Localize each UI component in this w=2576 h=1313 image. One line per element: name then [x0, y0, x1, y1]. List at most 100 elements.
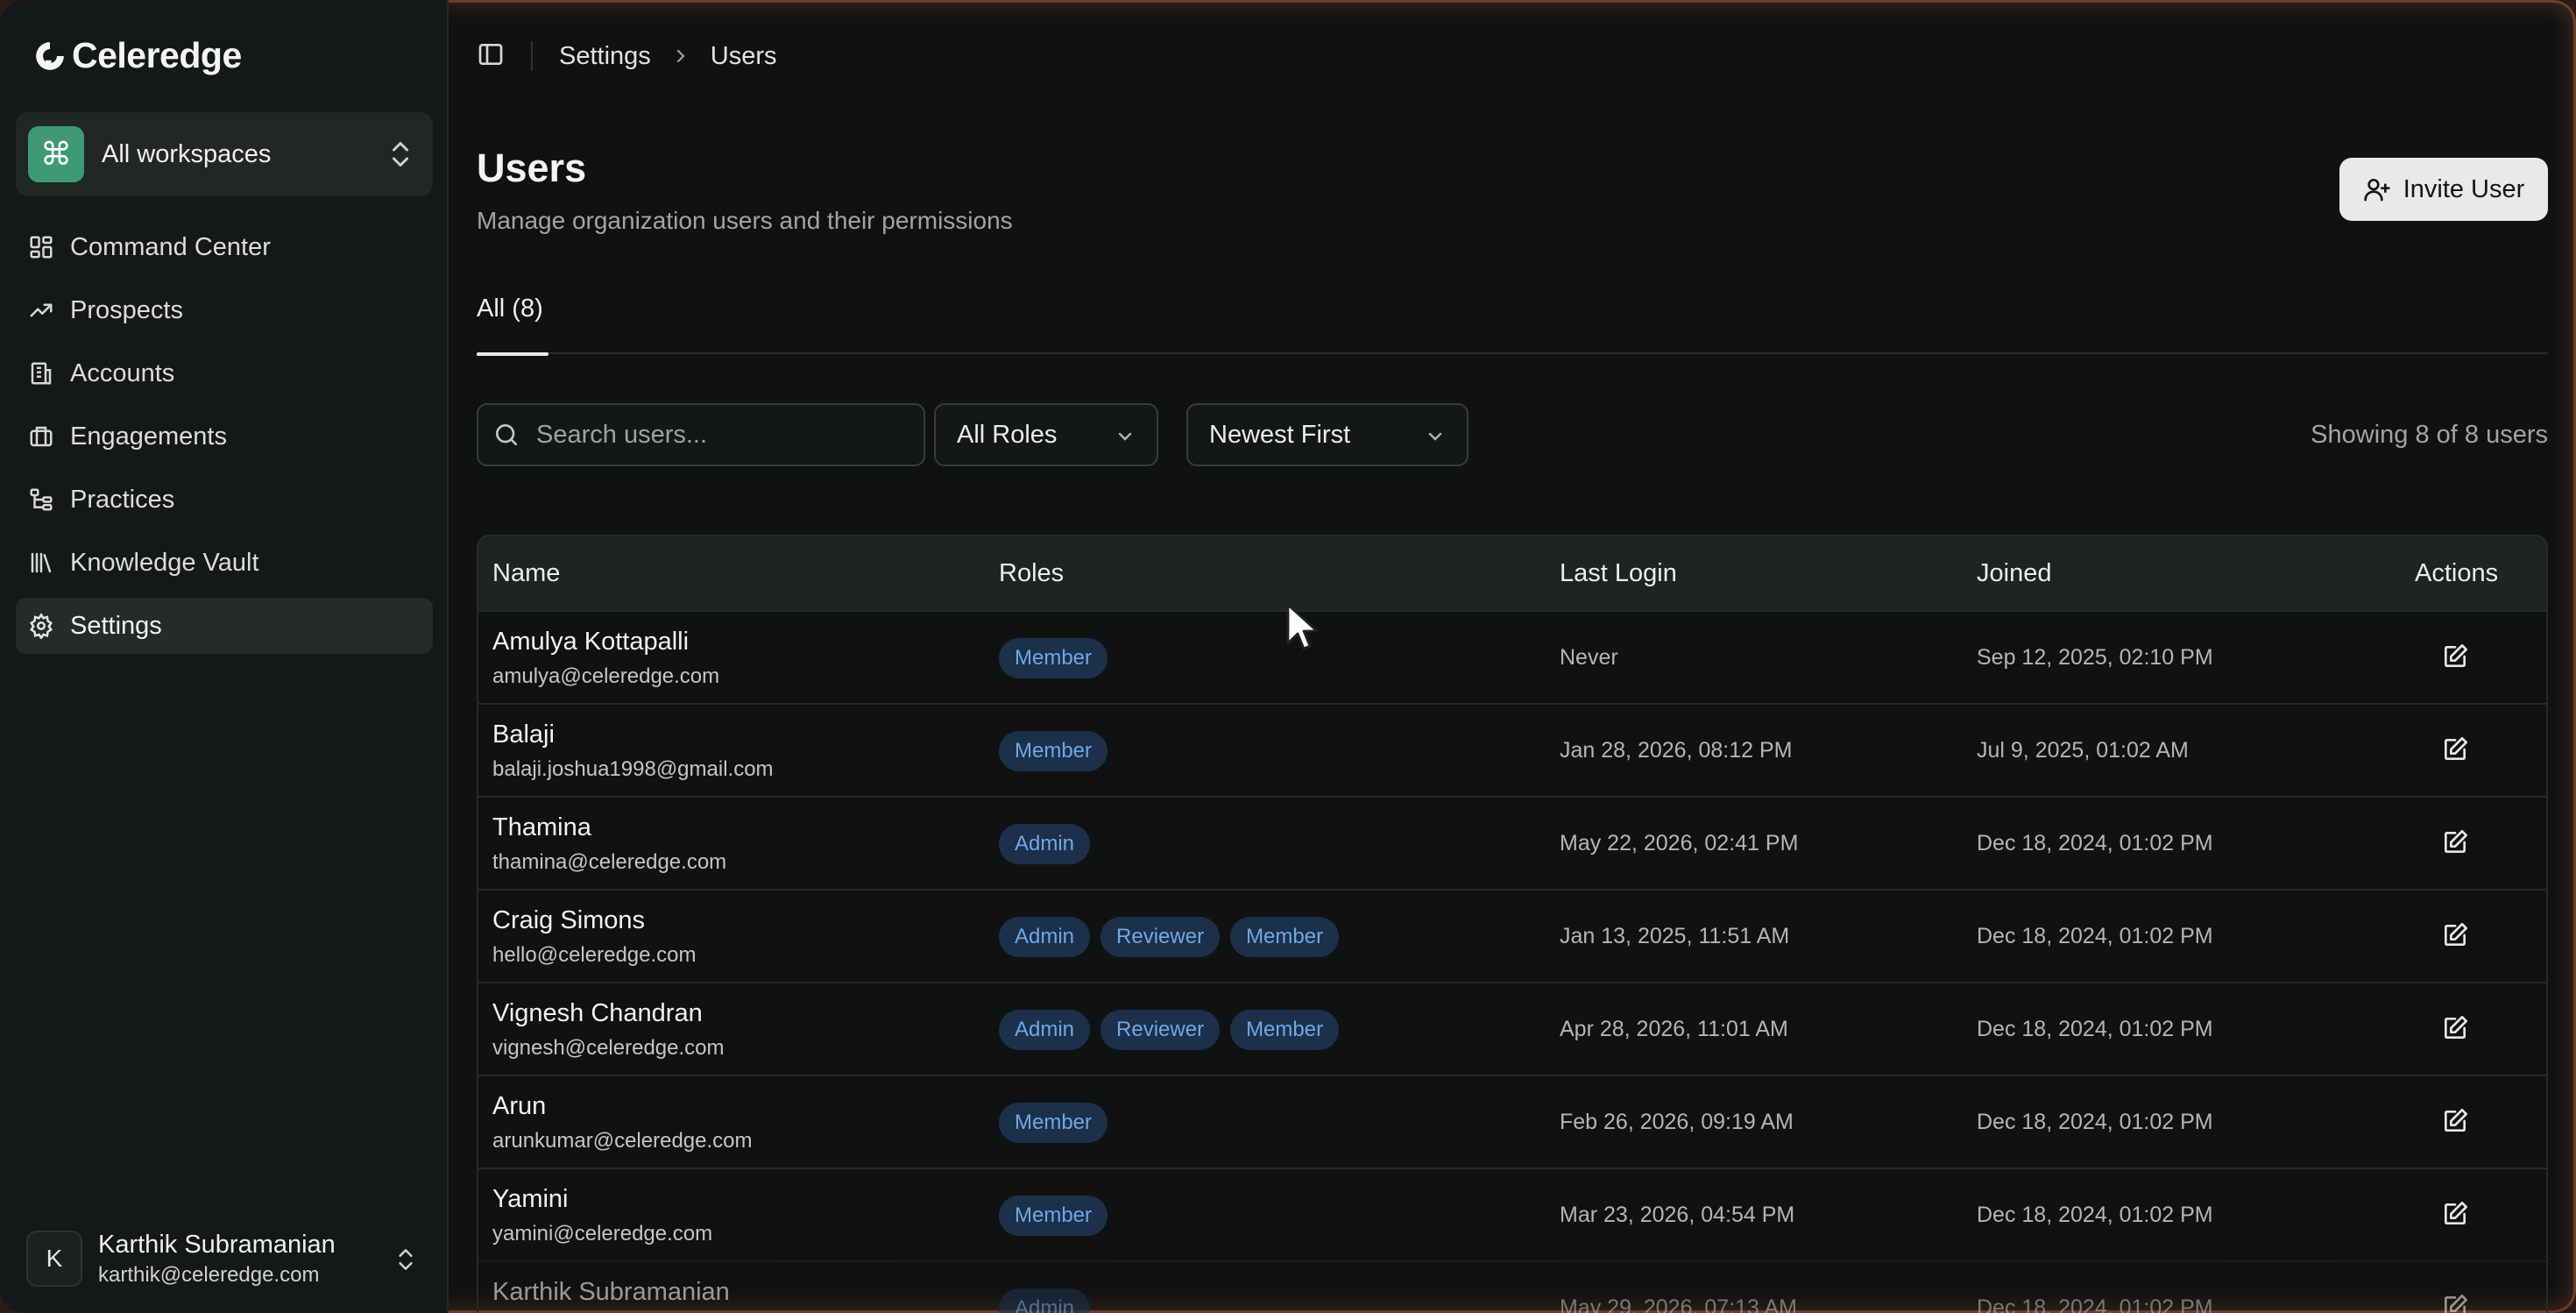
search-input[interactable] [536, 420, 904, 450]
invite-user-label: Invite User [2403, 174, 2525, 203]
table-row[interactable]: Amulya Kottapalli amulya@celeredge.com M… [478, 610, 2546, 703]
sidebar-item-knowledge-vault[interactable]: Knowledge Vault [16, 535, 433, 591]
joined-cell: Dec 18, 2024, 01:02 PM [1977, 1295, 2213, 1313]
table-row[interactable]: Yamini yamini@celeredge.com Member Mar 2… [478, 1168, 2546, 1260]
joined-cell: Dec 18, 2024, 01:02 PM [1977, 1110, 2213, 1134]
user-email-cell: amulya@celeredge.com [492, 664, 720, 688]
breadcrumb-users: Users [710, 41, 777, 70]
user-name-cell: Yamini [492, 1185, 569, 1213]
chevron-down-icon [1428, 432, 1442, 441]
tab-all[interactable]: All (8) [477, 295, 548, 356]
sidebar-item-label: Command Center [70, 232, 271, 261]
joined-cell: Dec 18, 2024, 01:02 PM [1977, 924, 2213, 948]
table-row[interactable]: Balaji balaji.joshua1998@gmail.com Membe… [478, 703, 2546, 796]
sort-select[interactable]: Newest First [1186, 403, 1468, 466]
roles-cell: Admin [999, 1288, 1091, 1313]
mouse-cursor-icon [1286, 603, 1319, 650]
column-header-joined[interactable]: Joined [1977, 559, 2051, 588]
edit-icon [2445, 1201, 2467, 1224]
edit-user-button[interactable] [2439, 827, 2471, 859]
sidebar-item-practices[interactable]: Practices [16, 472, 433, 528]
sidebar-item-label: Practices [70, 485, 175, 514]
building-icon [31, 362, 52, 385]
chevron-right-icon [676, 49, 685, 63]
workspace-label: All workspaces [102, 139, 272, 168]
sidebar-toggle-button[interactable] [477, 40, 505, 73]
breadcrumb-settings[interactable]: Settings [559, 42, 651, 71]
column-header-roles[interactable]: Roles [999, 559, 1064, 588]
sidebar-item-prospects[interactable]: Prospects [16, 282, 433, 338]
briefcase-icon [30, 426, 53, 447]
table-row[interactable]: Karthik Subramanian Admin May 29, 2026, … [478, 1260, 2546, 1313]
last-login-cell: Apr 28, 2026, 11:01 AM [1560, 1017, 1788, 1041]
sidebar-item-settings[interactable]: Settings [16, 598, 433, 654]
roles-cell: Member [999, 731, 1108, 771]
search-box [477, 403, 925, 466]
edit-icon [2445, 829, 2467, 853]
role-badge: Member [1230, 1010, 1340, 1050]
column-header-name[interactable]: Name [492, 559, 560, 588]
last-login-cell: Feb 26, 2026, 09:19 AM [1560, 1110, 1794, 1134]
chevron-down-icon [1118, 432, 1132, 441]
brand-logo[interactable]: Celeredge [33, 35, 242, 76]
user-name-cell: Arun [492, 1092, 547, 1120]
user-plus-icon [2364, 179, 2390, 202]
roles-cell: Admin [999, 824, 1091, 864]
edit-user-button[interactable] [2439, 735, 2471, 766]
edit-user-button[interactable] [2439, 642, 2471, 673]
role-badge: Reviewer [1100, 917, 1221, 957]
sidebar-item-label: Engagements [70, 422, 227, 451]
main-content: Settings Users Users Manage organization… [450, 0, 2576, 1313]
user-name-cell: Karthik Subramanian [492, 1278, 730, 1306]
workspace-switcher[interactable]: ⌘ All workspaces [16, 112, 433, 196]
role-badge: Member [999, 638, 1108, 678]
sidebar-item-label: Prospects [70, 295, 183, 324]
edit-user-button[interactable] [2439, 1013, 2471, 1045]
last-login-cell: May 29, 2026, 07:13 AM [1560, 1295, 1798, 1313]
role-badge: Admin [999, 917, 1091, 957]
table-row[interactable]: Vignesh Chandran vignesh@celeredge.com A… [478, 982, 2546, 1075]
column-header-last-login[interactable]: Last Login [1560, 559, 1677, 588]
invite-user-button[interactable]: Invite User [2339, 158, 2548, 221]
edit-icon [2445, 922, 2467, 946]
edit-user-button[interactable] [2439, 920, 2471, 952]
sidebar-nav: Command Center Prospects Accounts Engage… [16, 219, 433, 661]
edit-user-button[interactable] [2439, 1106, 2471, 1138]
sidebar-item-accounts[interactable]: Accounts [16, 345, 433, 401]
last-login-cell: Mar 23, 2026, 04:54 PM [1560, 1203, 1795, 1227]
user-menu[interactable]: K Karthik Subramanian karthik@celeredge.… [26, 1227, 429, 1290]
sidebar-item-label: Knowledge Vault [70, 548, 259, 577]
search-icon [496, 424, 517, 445]
joined-cell: Dec 18, 2024, 01:02 PM [1977, 1017, 2213, 1041]
user-name-cell: Balaji [492, 720, 555, 749]
user-name-cell: Thamina [492, 813, 591, 841]
sidebar-item-label: Settings [70, 611, 162, 640]
sidebar-item-command-center[interactable]: Command Center [16, 219, 433, 275]
user-email-cell: balaji.joshua1998@gmail.com [492, 757, 774, 781]
brand-name: Celeredge [72, 35, 242, 75]
table-row[interactable]: Arun arunkumar@celeredge.com Member Feb … [478, 1075, 2546, 1168]
hierarchy-icon [30, 488, 53, 511]
library-icon [31, 552, 52, 573]
users-table: Name Roles Last Login Joined Actions Amu… [477, 535, 2548, 1313]
table-row[interactable]: Craig Simons hello@celeredge.com Admin R… [478, 889, 2546, 982]
joined-cell: Dec 18, 2024, 01:02 PM [1977, 831, 2213, 855]
role-badge: Admin [999, 1010, 1091, 1050]
user-name: Karthik Subramanian [98, 1230, 336, 1259]
roles-cell: Admin Reviewer Member [999, 1010, 1340, 1050]
result-count: Showing 8 of 8 users [2311, 421, 2548, 449]
sidebar-item-engagements[interactable]: Engagements [16, 408, 433, 465]
edit-icon [2445, 736, 2467, 760]
page-title: Users [477, 145, 587, 190]
role-filter-select[interactable]: All Roles [934, 403, 1158, 466]
edit-user-button[interactable] [2439, 1292, 2471, 1313]
role-badge: Member [999, 1196, 1108, 1236]
edit-icon [2445, 643, 2467, 667]
edit-icon [2445, 1108, 2467, 1132]
table-row[interactable]: Thamina thamina@celeredge.com Admin May … [478, 796, 2546, 889]
chevrons-up-down-icon [399, 1249, 413, 1270]
edit-user-button[interactable] [2439, 1199, 2471, 1231]
roles-cell: Admin Reviewer Member [999, 917, 1340, 957]
panel-left-icon [478, 43, 503, 65]
gear-icon [30, 613, 53, 639]
